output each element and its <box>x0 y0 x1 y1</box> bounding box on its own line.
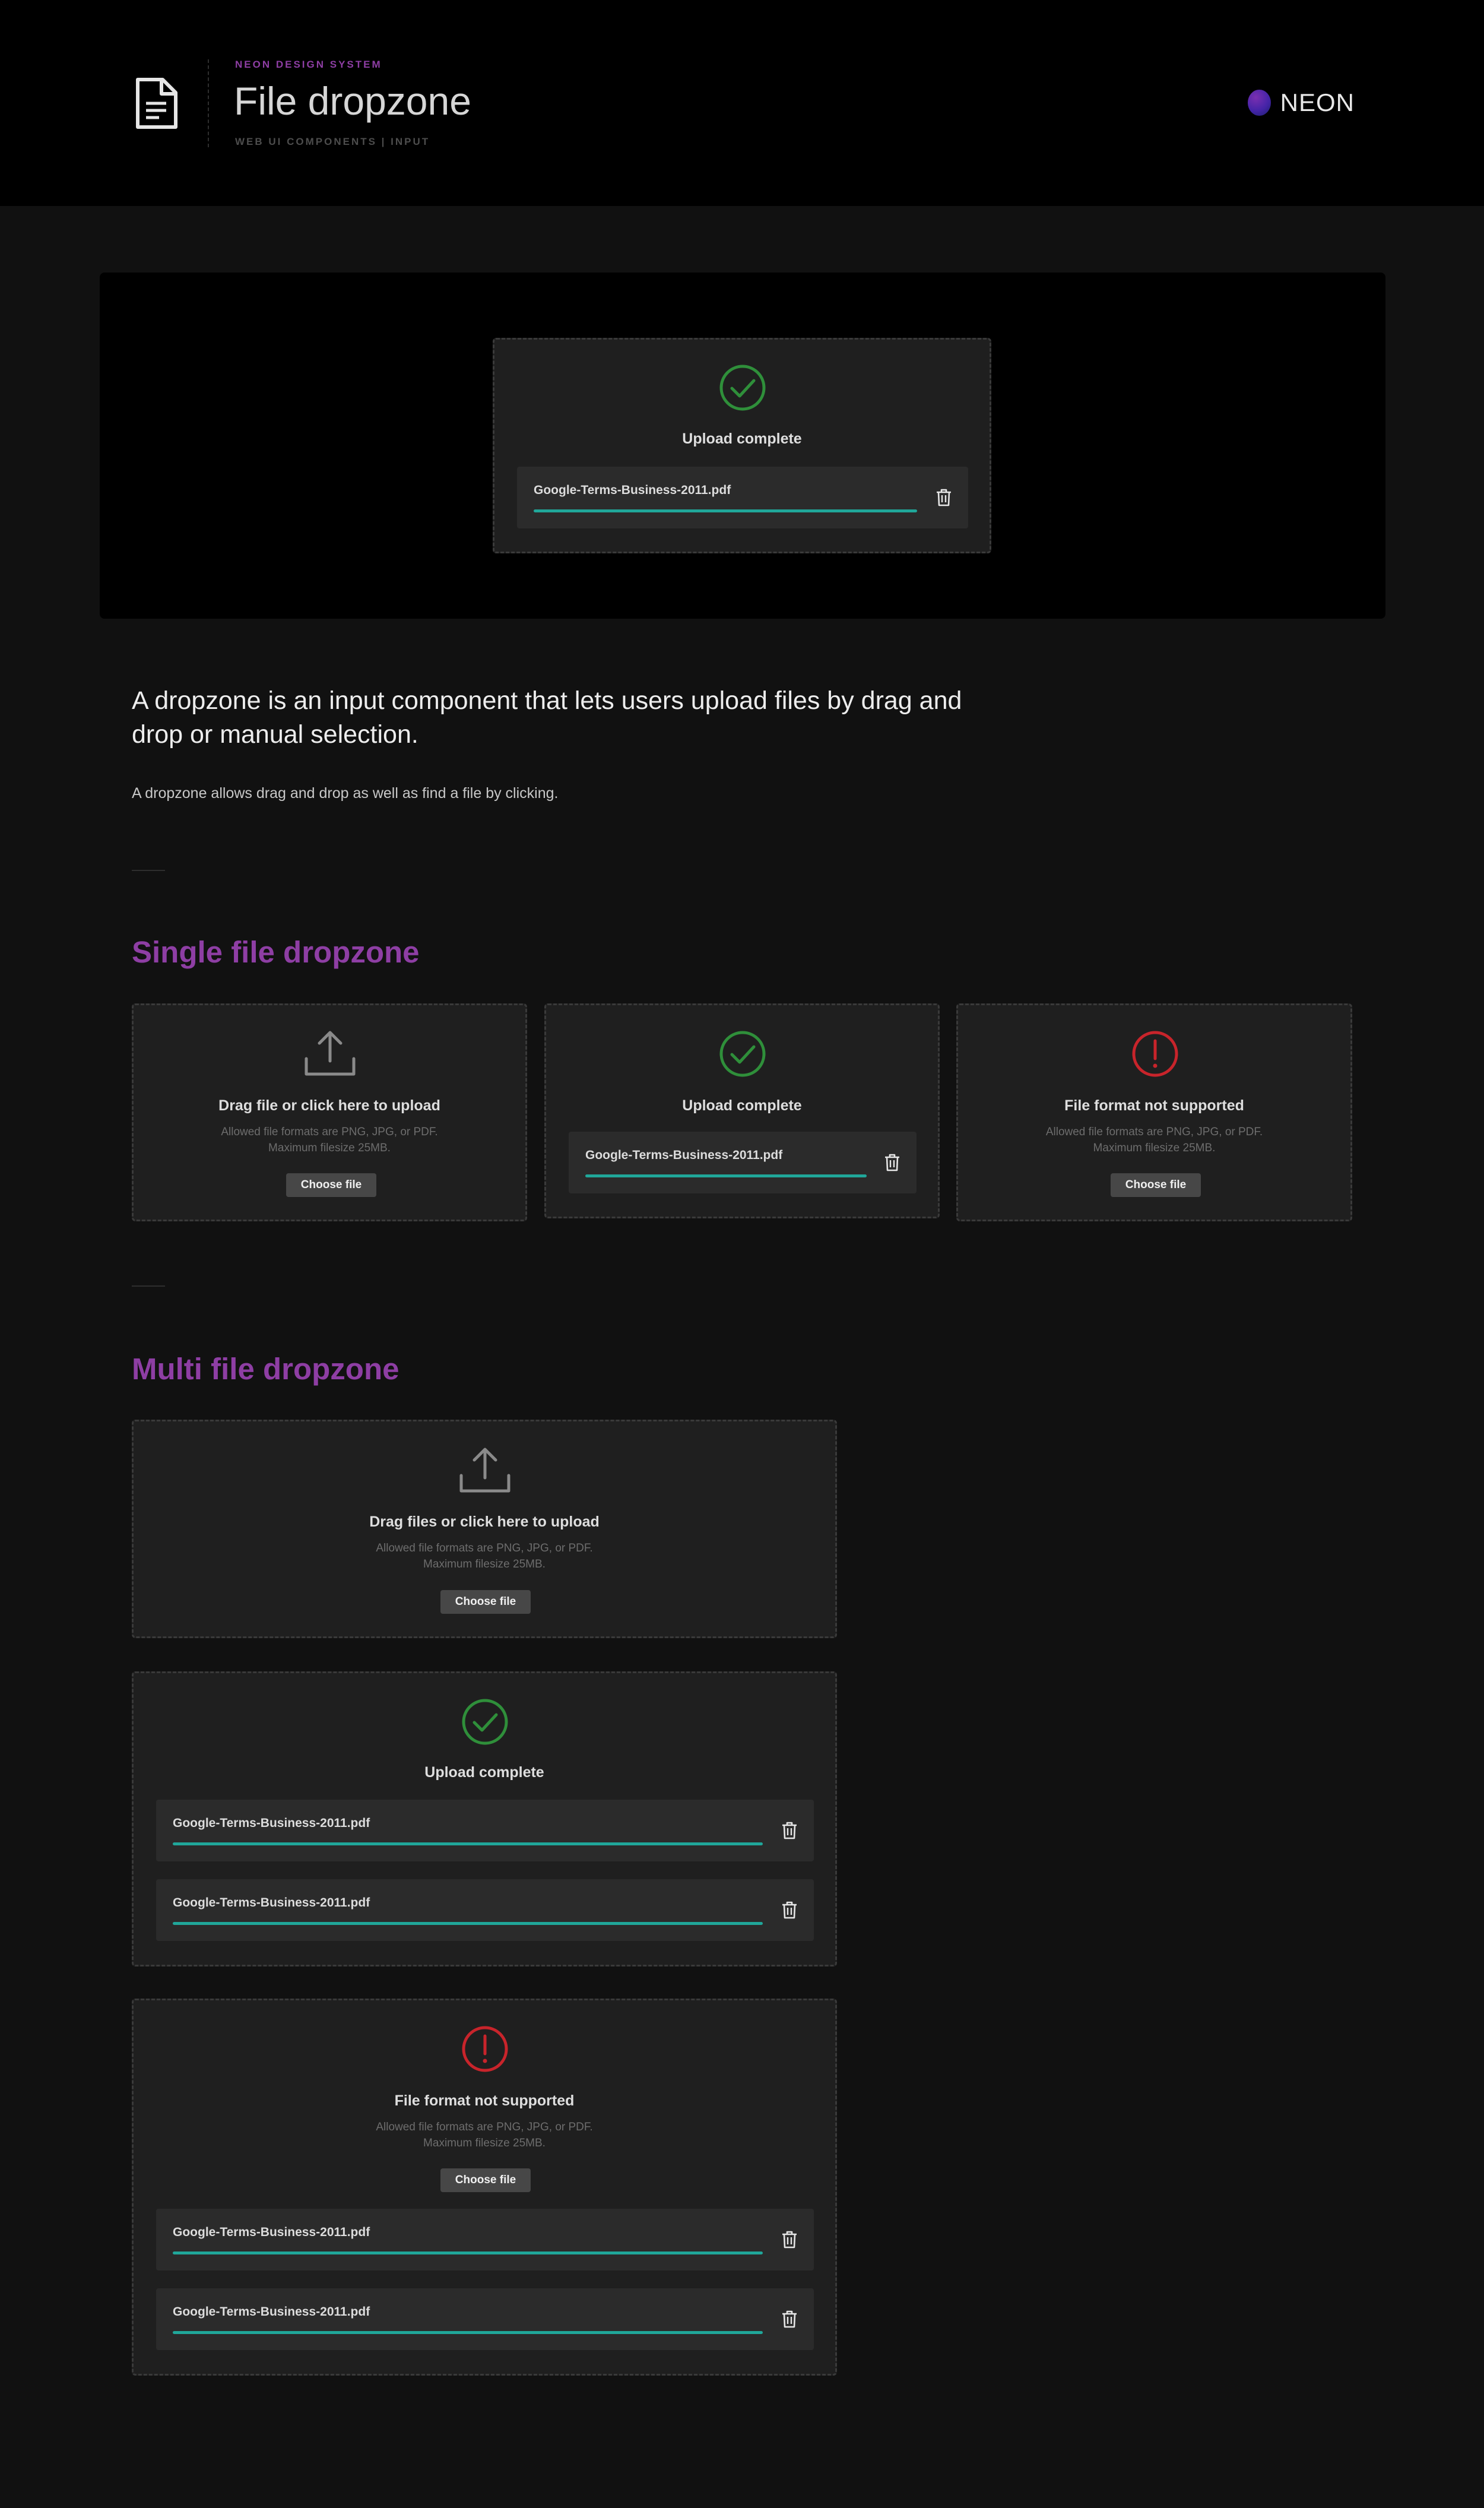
file-name: Google-Terms-Business-2011.pdf <box>534 483 731 497</box>
upload-progress <box>173 1922 763 1925</box>
dropzone-hint-formats: Allowed file formats are PNG, JPG, or PD… <box>376 1542 593 1554</box>
trash-icon[interactable] <box>782 2310 797 2328</box>
trash-icon[interactable] <box>884 1154 900 1171</box>
file-item: Google-Terms-Business-2011.pdf <box>517 467 968 528</box>
neon-logo: NEON <box>1248 88 1355 117</box>
dropzone-hint-size: Maximum filesize 25MB. <box>423 2137 546 2149</box>
trash-icon[interactable] <box>782 2231 797 2249</box>
dropzone-hint-size: Maximum filesize 25MB. <box>423 1558 546 1570</box>
dropzone-status-title: File format not supported <box>394 2092 575 2109</box>
trash-icon[interactable] <box>936 489 952 506</box>
dropzone-status-title: Upload complete <box>682 1097 802 1114</box>
intro-description: A dropzone allows drag and drop as well … <box>132 785 559 802</box>
page-header: NEON DESIGN SYSTEM File dropzone WEB UI … <box>0 0 1484 206</box>
dropzone-status-title: Upload complete <box>424 1764 544 1781</box>
page-title: File dropzone <box>234 79 471 123</box>
file-name: Google-Terms-Business-2011.pdf <box>585 1148 783 1162</box>
hero-dropzone-complete[interactable]: Upload complete Google-Terms-Business-20… <box>493 338 991 553</box>
file-item: Google-Terms-Business-2011.pdf <box>156 2288 814 2350</box>
file-name: Google-Terms-Business-2011.pdf <box>173 2225 370 2239</box>
file-name: Google-Terms-Business-2011.pdf <box>173 2305 370 2319</box>
choose-file-button[interactable]: Choose file <box>1111 1173 1201 1197</box>
choose-file-button[interactable]: Choose file <box>440 2168 531 2192</box>
choose-file-button[interactable]: Choose file <box>286 1173 376 1197</box>
upload-progress-fill <box>173 2331 763 2334</box>
header-subtitle: WEB UI COMPONENTS | INPUT <box>235 136 430 147</box>
upload-progress <box>173 2252 763 2254</box>
dropzone-title: Drag file or click here to upload <box>218 1097 440 1114</box>
dropzone-hint-formats: Allowed file formats are PNG, JPG, or PD… <box>1045 1126 1263 1138</box>
multi-dropzone-error[interactable]: File format not supported Allowed file f… <box>132 1999 837 2376</box>
trash-icon[interactable] <box>782 1901 797 1919</box>
trash-icon[interactable] <box>782 1822 797 1839</box>
dropzone-hint-formats: Allowed file formats are PNG, JPG, or PD… <box>221 1126 438 1138</box>
upload-progress <box>534 509 917 512</box>
dropzone-hint-formats: Allowed file formats are PNG, JPG, or PD… <box>376 2121 593 2133</box>
document-icon <box>136 78 177 129</box>
multi-dropzone-empty[interactable]: Drag files or click here to upload Allow… <box>132 1420 837 1638</box>
header-divider <box>208 59 209 147</box>
single-dropzone-error[interactable]: File format not supported Allowed file f… <box>956 1003 1352 1221</box>
upload-progress-fill <box>173 1922 763 1925</box>
single-dropzone-empty[interactable]: Drag file or click here to upload Allowe… <box>132 1003 527 1221</box>
section-title-single: Single file dropzone <box>132 935 420 969</box>
file-item: Google-Terms-Business-2011.pdf <box>156 2209 814 2270</box>
multi-dropzone-complete[interactable]: Upload complete Google-Terms-Business-20… <box>132 1671 837 1966</box>
upload-progress-fill <box>585 1174 867 1177</box>
dropzone-hint-size: Maximum filesize 25MB. <box>1093 1142 1216 1154</box>
section-title-multi: Multi file dropzone <box>132 1352 399 1386</box>
upload-progress-fill <box>173 2252 763 2254</box>
upload-progress <box>173 2331 763 2334</box>
dropzone-status-title: Upload complete <box>682 430 802 447</box>
dropzone-status-title: File format not supported <box>1064 1097 1244 1114</box>
alert-circle-icon <box>462 2026 508 2072</box>
file-name: Google-Terms-Business-2011.pdf <box>173 1896 370 1910</box>
file-item: Google-Terms-Business-2011.pdf <box>156 1879 814 1941</box>
dropzone-hint-size: Maximum filesize 25MB. <box>268 1142 391 1154</box>
upload-progress-fill <box>534 509 917 512</box>
single-dropzone-complete[interactable]: Upload complete Google-Terms-Business-20… <box>544 1003 940 1218</box>
upload-progress-fill <box>173 1842 763 1845</box>
section-divider <box>132 1285 165 1287</box>
alert-circle-icon <box>1132 1031 1178 1077</box>
dropzone-title: Drag files or click here to upload <box>369 1513 600 1530</box>
upload-icon <box>305 1031 356 1076</box>
choose-file-button[interactable]: Choose file <box>440 1590 531 1614</box>
header-eyebrow: NEON DESIGN SYSTEM <box>235 59 382 70</box>
intro-lead: A dropzone is an input component that le… <box>132 686 962 749</box>
upload-progress <box>585 1174 867 1177</box>
file-name: Google-Terms-Business-2011.pdf <box>173 1816 370 1830</box>
upload-icon <box>459 1448 510 1493</box>
check-circle-icon <box>719 1031 766 1077</box>
section-divider <box>132 870 165 871</box>
neon-logo-mark <box>1248 90 1271 116</box>
upload-progress <box>173 1842 763 1845</box>
check-circle-icon <box>719 365 766 411</box>
file-item: Google-Terms-Business-2011.pdf <box>156 1800 814 1861</box>
neon-logo-text: NEON <box>1280 88 1355 116</box>
check-circle-icon <box>462 1699 508 1745</box>
file-item: Google-Terms-Business-2011.pdf <box>569 1132 917 1193</box>
